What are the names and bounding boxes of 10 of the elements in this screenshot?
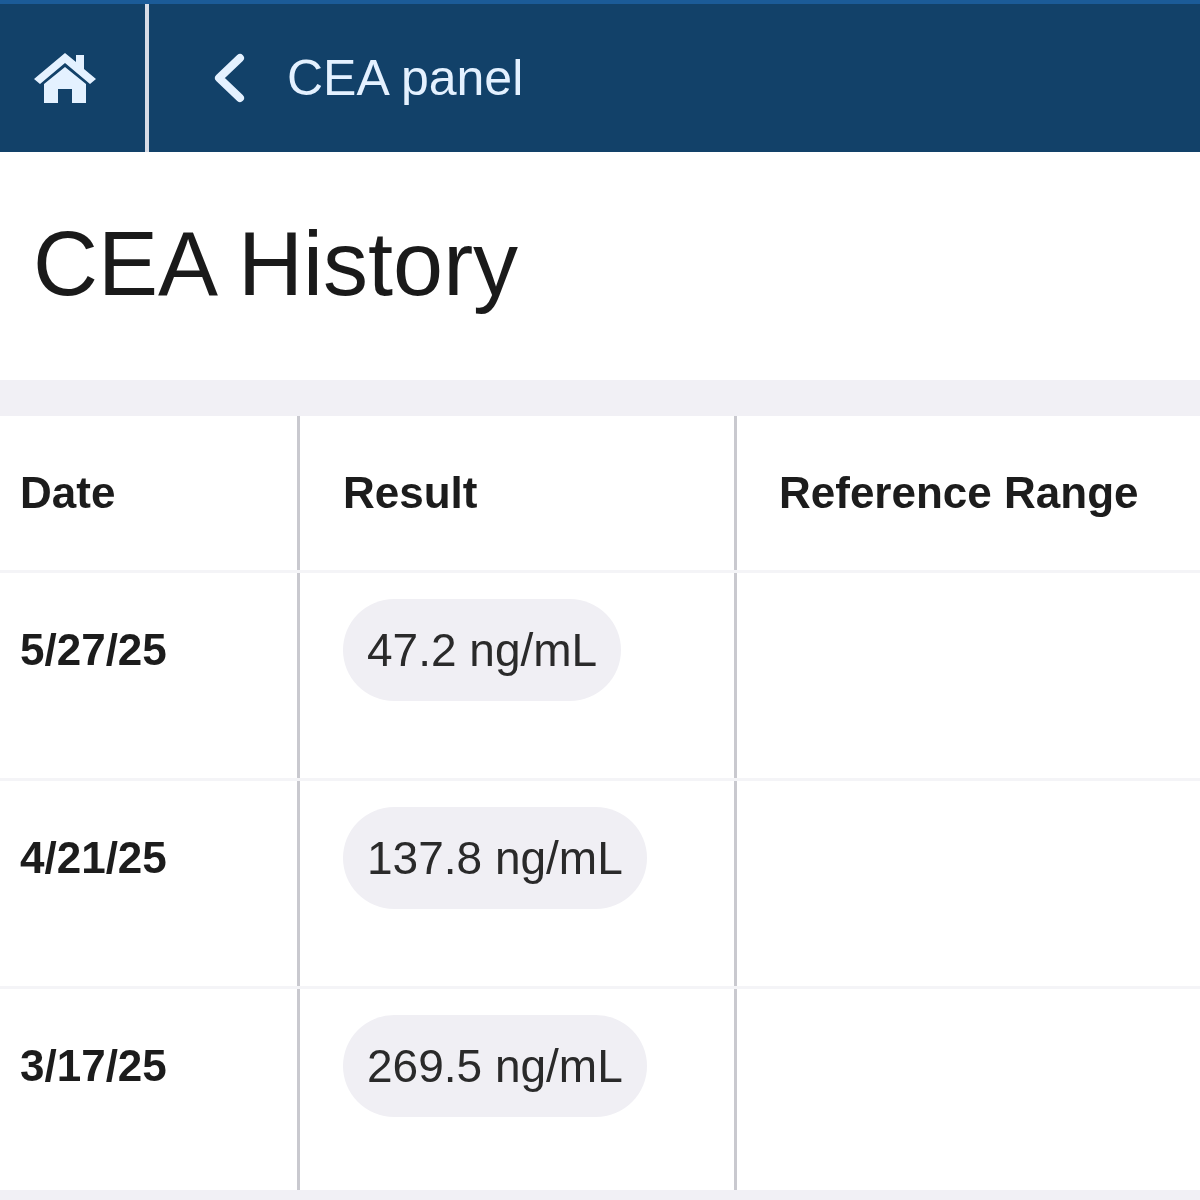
result-value: 269.5 ng/mL	[343, 1015, 647, 1117]
result-value: 137.8 ng/mL	[343, 807, 647, 909]
column-header: Date	[20, 466, 116, 519]
date-cell-text: 4/21/25	[20, 831, 167, 884]
result-value: 47.2 ng/mL	[343, 599, 622, 701]
column-header: Reference Range	[779, 466, 1139, 519]
date-cell-text: 3/17/25	[20, 1039, 167, 1092]
page-title: CEA History	[33, 212, 519, 316]
column-header: Result	[343, 466, 478, 519]
date-cell-text: 5/27/25	[20, 623, 167, 676]
